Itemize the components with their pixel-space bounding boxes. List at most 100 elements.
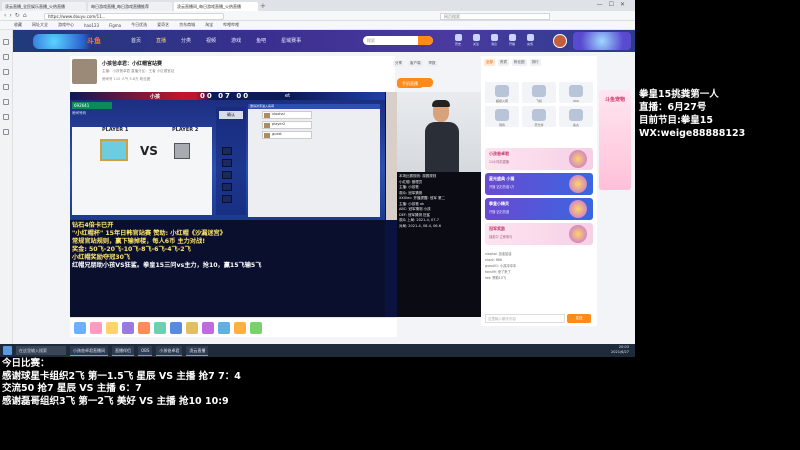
promo-card[interactable]: 拳皇小精灵 开播 钻石热度 xyxy=(485,198,593,220)
sidebar-history-icon[interactable] xyxy=(3,69,9,75)
overlay-line: 感谢磊哥组织3飞 第一2飞 美好 VS 主播 抢10 10:9 xyxy=(2,395,229,407)
bookmark[interactable]: Figma xyxy=(109,23,121,28)
card-title: 小孩爸卓君 xyxy=(489,151,509,156)
taskbar-app[interactable]: 直播伴侣 xyxy=(112,345,134,356)
message-label: 消息 xyxy=(490,42,497,46)
report-button[interactable]: 举报 xyxy=(426,60,438,67)
gift-slot-icon[interactable] xyxy=(170,321,182,334)
tab-rank[interactable]: 排行 xyxy=(529,59,541,66)
start-icon[interactable] xyxy=(3,346,12,355)
video-edge xyxy=(386,92,397,220)
sidebar-mail-icon[interactable] xyxy=(3,114,9,120)
client-button[interactable]: 客户端 xyxy=(408,60,423,67)
taskbar-app[interactable]: 凌云直播 xyxy=(186,345,209,356)
gift-slot-icon[interactable] xyxy=(122,321,134,334)
bookmark[interactable]: 游戏中心 xyxy=(58,22,74,28)
card-badge-icon xyxy=(569,175,587,193)
card-title: 星光盛典 小猫 xyxy=(489,176,515,181)
gift-item[interactable]: 飞机 xyxy=(522,82,556,103)
game-room-id: 692641 xyxy=(72,102,112,109)
bookmark[interactable]: 收藏 xyxy=(14,22,22,28)
room-stats: 房间号 110 人气 5.8万 粉丝团 xyxy=(102,77,151,81)
bookmark[interactable]: 今日优选 xyxy=(131,22,147,28)
gift-slot-icon[interactable] xyxy=(234,321,246,334)
recharge-icon[interactable]: 充值 xyxy=(525,34,535,48)
versus-panel xyxy=(72,127,212,215)
follow-icon[interactable]: 关注 xyxy=(471,34,481,48)
player2-portrait xyxy=(174,143,190,159)
history-icon[interactable]: 历史 xyxy=(453,34,463,48)
streamer-webcam xyxy=(397,92,492,172)
chat-send-button[interactable]: 发送 xyxy=(567,314,591,323)
window-controls[interactable]: —☐✕ xyxy=(597,1,631,8)
promo-card[interactable]: 冠军奖励 抽奖中 立即参与 xyxy=(485,223,593,245)
gift-item[interactable]: 666 xyxy=(559,82,593,103)
nav-video[interactable]: 视频 xyxy=(206,37,216,44)
tab-fans[interactable]: 粉丝团 xyxy=(512,59,527,66)
taskbar-app[interactable]: OBS xyxy=(138,345,153,356)
gift-slot-icon[interactable] xyxy=(202,321,214,334)
gift-slot-icon[interactable] xyxy=(90,321,102,334)
pet-promo-banner[interactable]: 斗鱼宠物 xyxy=(599,90,631,190)
promo-card[interactable]: 小孩爸卓君 11小时前直播 xyxy=(485,148,593,170)
url-field[interactable]: https://www.douyu.com/11... xyxy=(44,13,224,20)
share-button[interactable]: 分享 xyxy=(393,60,404,67)
bookmark[interactable]: hao123 xyxy=(84,23,99,28)
sidebar-game-icon[interactable] xyxy=(3,99,9,105)
taskbar-app[interactable]: 小孩爸卓君直播间 xyxy=(70,345,108,356)
browser-tab-2[interactable]: 每日游戏直播_每日游戏直播推荐 xyxy=(88,2,172,11)
nav-buttons[interactable]: ‹›↻⌂ xyxy=(4,12,30,19)
new-tab-icon[interactable]: + xyxy=(260,2,269,11)
room-subtitle: 主播：小孩爸卓君 直播分区：王者 小红帽官站 xyxy=(102,69,175,73)
user-avatar[interactable] xyxy=(553,34,567,48)
tab-all[interactable]: 全部 xyxy=(484,59,495,66)
taskbar-app[interactable]: 小孩爸卓君 xyxy=(156,345,183,356)
tab-vip[interactable]: 贵宾 xyxy=(498,59,509,66)
streamer-avatar[interactable] xyxy=(72,59,97,84)
bookmark[interactable]: 淘宝 xyxy=(205,22,213,28)
video-player[interactable]: 小孩 00 07 00 et 692641 房间号码 PLAYER 1 PLAY… xyxy=(70,92,397,317)
promo-card[interactable]: 星光盛典 小猫 开播 钻石热度1万 xyxy=(485,173,593,195)
bookmark[interactable]: 爱奇艺 xyxy=(157,22,169,28)
gift-slot-icon[interactable] xyxy=(138,321,150,334)
browser-tab-1[interactable]: 凌云直播_全民娱乐直播_火热直播 xyxy=(2,2,86,11)
nav-banner[interactable] xyxy=(573,32,631,50)
browser-window: 凌云直播_全民娱乐直播_火热直播 每日游戏直播_每日游戏直播推荐 凌云直播间_每… xyxy=(0,0,635,357)
browser-search-field[interactable]: 网页搜索 xyxy=(440,13,550,20)
nav-fishbar[interactable]: 鱼吧 xyxy=(256,37,266,44)
gift-slot-icon[interactable] xyxy=(218,321,230,334)
promo-cards: 小孩爸卓君 11小时前直播 星光盛典 小猫 开播 钻石热度1万 拳皇小精灵 开播 钻石… xyxy=(485,148,593,248)
site-logo-text[interactable]: 斗鱼 xyxy=(87,36,101,46)
overlay-info-right: 拳皇15挑粪第一人 直播：6月27号 目前节目:拳皇15 WX:weige888… xyxy=(639,88,800,140)
bookmark[interactable]: 哔哩哔哩 xyxy=(223,22,239,28)
search-icon[interactable] xyxy=(418,36,433,45)
notice-line: 常规官站规则，赢下输掉楼，每人6币 主力对战! xyxy=(72,238,206,245)
taskbar-search[interactable]: 在这里输入搜索 xyxy=(16,346,66,355)
gift-slot-icon[interactable] xyxy=(106,321,118,334)
nav-game[interactable]: 游戏 xyxy=(231,37,241,44)
gift-item[interactable]: 超级火箭 xyxy=(485,82,519,103)
sidebar-home-icon[interactable] xyxy=(3,39,9,45)
nav-events[interactable]: 星域赛事 xyxy=(281,37,301,44)
message-icon[interactable]: 消息 xyxy=(489,34,499,48)
gift-item[interactable]: 鱼丸 xyxy=(559,106,593,127)
nav-category[interactable]: 分类 xyxy=(181,37,191,44)
slot xyxy=(222,195,232,203)
bookmark[interactable]: 网址大全 xyxy=(32,22,48,28)
slot xyxy=(222,171,232,179)
sidebar-settings-icon[interactable] xyxy=(3,129,9,135)
nav-home[interactable]: 首页 xyxy=(131,37,141,44)
gift-slot-icon[interactable] xyxy=(154,321,166,334)
sidebar-star-icon[interactable] xyxy=(3,54,9,60)
browser-tab-3[interactable]: 凌云直播间_每日游戏直播_火热直播 xyxy=(174,2,258,11)
nav-live[interactable]: 直播 xyxy=(156,37,166,44)
gift-slot-icon[interactable] xyxy=(74,321,86,334)
broadcast-icon[interactable]: 开播 xyxy=(507,34,517,48)
sidebar-download-icon[interactable] xyxy=(3,84,9,90)
gift-item[interactable]: 弱鸡 xyxy=(485,106,519,127)
chat-input[interactable]: 这里输入聊天内容 xyxy=(485,314,565,323)
gift-item[interactable]: 荧光棒 xyxy=(522,106,556,127)
gift-slot-icon[interactable] xyxy=(186,321,198,334)
gift-slot-icon[interactable] xyxy=(250,321,262,334)
bookmark[interactable]: 京东商城 xyxy=(179,22,195,28)
